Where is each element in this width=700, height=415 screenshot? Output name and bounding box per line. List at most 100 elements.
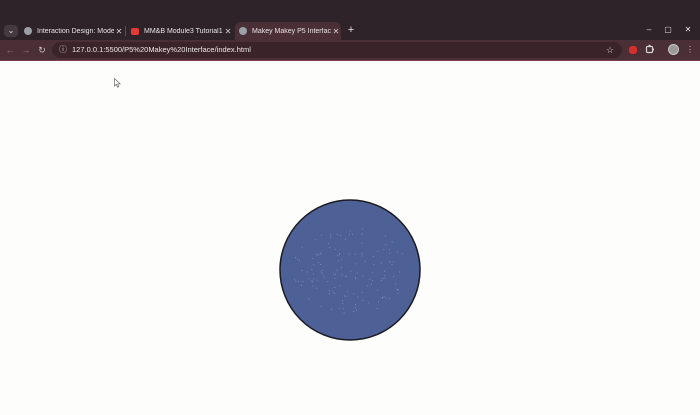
address-bar[interactable]: ⓘ 127.0.0.1:5500/P5%20Makey%20Interface/…	[52, 42, 622, 58]
sparkle-dot	[356, 272, 358, 274]
sparkle-dot	[337, 254, 339, 256]
sparkle-dot	[348, 234, 350, 236]
tab-title: MM&B Module3 Tutorial1 - Yo	[144, 27, 223, 35]
sparkle-dot	[344, 275, 346, 277]
sparkle-dot	[362, 228, 364, 230]
sparkle-dot	[302, 280, 304, 282]
minimize-button[interactable]: –	[642, 24, 656, 36]
sparkle-dot	[335, 248, 337, 250]
back-button[interactable]: ←	[4, 43, 16, 57]
sparkle-dot	[346, 275, 348, 277]
sparkle-dot	[296, 259, 298, 261]
sparkle-dot	[308, 298, 310, 300]
sparkle-dot	[393, 275, 395, 277]
reload-button[interactable]: ↻	[36, 43, 48, 57]
sparkle-dot	[341, 274, 343, 276]
sparkle-dot	[294, 257, 296, 259]
p5-canvas[interactable]	[0, 61, 700, 415]
sparkle-dot	[370, 284, 372, 285]
sparkle-dot	[330, 234, 332, 236]
sparkle-dot	[320, 264, 322, 266]
maximize-button[interactable]: ▢	[661, 24, 675, 36]
page-content	[0, 61, 700, 415]
sparkle-dot	[313, 278, 315, 280]
sparkle-dot	[342, 299, 344, 301]
sparkle-dot	[323, 276, 325, 278]
bookmark-star-icon[interactable]: ☆	[604, 43, 616, 57]
sparkle-dot	[401, 253, 403, 255]
tab-search-button[interactable]: ⌄	[4, 25, 18, 37]
sparkle-dot	[353, 311, 355, 312]
sparkle-dot	[388, 249, 390, 251]
globe-icon	[24, 27, 32, 35]
tab-makey-interface[interactable]: Makey Makey P5 Interface ✕	[235, 22, 341, 40]
sparkle-dot	[295, 280, 297, 282]
tab-youtube-tutorial[interactable]: MM&B Module3 Tutorial1 - Yo ✕	[127, 22, 233, 40]
sparkle-dot	[367, 285, 369, 287]
youtube-icon	[131, 27, 139, 35]
sparkle-dot	[397, 289, 399, 291]
sparkle-dot	[339, 285, 341, 287]
tab-title: Interaction Design: Modelling	[37, 27, 114, 35]
sparkle-dot	[328, 293, 330, 295]
close-icon[interactable]: ✕	[114, 27, 124, 36]
sparkle-dot	[348, 253, 350, 255]
sparkle-dot	[399, 271, 401, 273]
sparkle-dot	[322, 273, 324, 275]
sparkle-dot	[316, 287, 318, 289]
sparkle-dot	[357, 296, 359, 298]
sparkle-dot	[356, 309, 358, 311]
sparkle-dot	[334, 277, 335, 279]
sparkle-dot	[333, 273, 335, 275]
sparkle-dot	[320, 253, 322, 255]
profile-avatar[interactable]	[668, 44, 679, 55]
site-info-icon[interactable]: ⓘ	[58, 44, 68, 56]
sparkle-dot	[391, 263, 393, 265]
sparkle-dot	[313, 273, 314, 275]
sparkle-dot	[392, 261, 394, 263]
sparkle-dot	[312, 281, 314, 283]
tab-interaction-design[interactable]: Interaction Design: Modelling ✕	[20, 22, 124, 40]
sparkle-dot	[338, 254, 340, 255]
sparkle-dot	[349, 230, 351, 232]
blue-circle[interactable]	[279, 199, 421, 341]
sparkle-dot	[385, 297, 387, 299]
new-tab-button[interactable]: +	[345, 24, 357, 36]
sparkle-dot	[318, 262, 319, 264]
sparkle-dot	[361, 253, 363, 255]
sparkle-dot	[355, 278, 357, 280]
sparkle-dot	[354, 307, 356, 309]
extension-red-icon[interactable]	[629, 46, 637, 54]
sparkle-dot	[369, 278, 371, 280]
sparkle-dot	[321, 269, 323, 271]
sparkle-dot	[345, 238, 347, 240]
sparkle-dot	[320, 305, 322, 307]
sparkle-dot	[344, 295, 345, 297]
close-icon[interactable]: ✕	[331, 27, 341, 36]
url-text[interactable]: 127.0.0.1:5500/P5%20Makey%20Interface/in…	[72, 42, 251, 58]
menu-icon[interactable]: ⋮	[684, 44, 696, 56]
close-icon[interactable]: ✕	[223, 27, 233, 36]
sparkle-dot	[350, 270, 352, 272]
sparkle-dot	[361, 255, 363, 257]
sparkle-dot	[391, 241, 393, 243]
sparkle-dot	[312, 264, 314, 266]
sparkle-dot	[321, 234, 322, 236]
forward-button[interactable]: →	[20, 43, 32, 57]
sparkle-dot	[397, 292, 399, 294]
sparkle-dot	[312, 258, 314, 260]
tab-separator	[125, 26, 126, 36]
sparkle-dot	[341, 267, 343, 269]
sparkle-dot	[347, 290, 348, 292]
sparkle-dot	[321, 271, 322, 273]
sparkle-dot	[334, 287, 335, 289]
sparkle-dot	[311, 269, 313, 271]
sparkle-dot	[353, 293, 355, 295]
sparkle-dot	[397, 288, 398, 290]
extensions-puzzle-icon[interactable]	[644, 44, 656, 56]
sparkle-dot	[354, 253, 356, 255]
sparkle-dot	[336, 269, 338, 271]
sparkle-dot	[361, 291, 363, 293]
sparkle-dot	[361, 242, 363, 244]
close-window-button[interactable]: ✕	[681, 24, 695, 36]
